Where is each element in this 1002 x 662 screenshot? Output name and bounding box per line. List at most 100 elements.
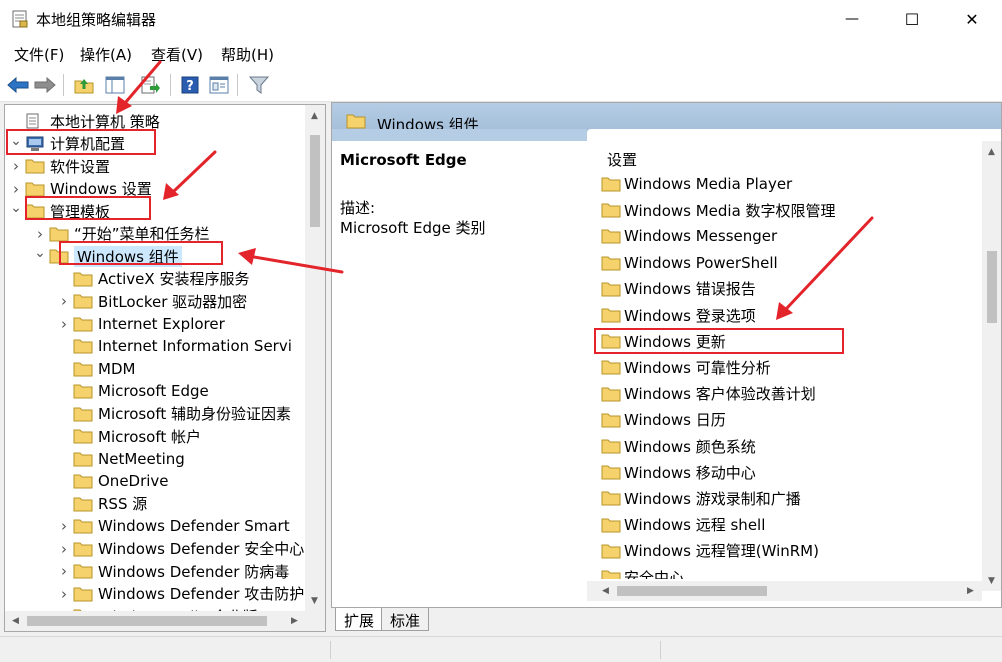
tree-item[interactable]: › Windows Defender 防病毒 (57, 560, 289, 582)
tree-item[interactable]: NetMeeting (57, 448, 185, 470)
tree-item-label: Windows Defender 防病毒 (98, 562, 290, 581)
chevron-right-icon[interactable]: › (57, 583, 71, 605)
tree-item[interactable]: › Windows Defender Smart (57, 515, 290, 537)
chevron-right-icon[interactable]: › (57, 538, 71, 560)
forward-button[interactable] (33, 73, 57, 97)
tree-item[interactable]: Microsoft 辅助身份验证因素 (57, 403, 291, 425)
tree-item[interactable]: Internet Information Servi (57, 335, 292, 357)
tree-item[interactable]: Microsoft 帐户 (57, 425, 201, 447)
settings-vertical-scrollbar[interactable]: ▲ ▼ (982, 141, 1001, 591)
folder-icon (73, 294, 93, 309)
help-button[interactable]: ? (178, 73, 202, 97)
scroll-down-icon[interactable]: ▼ (983, 572, 1000, 589)
settings-list-item[interactable]: Windows Media 数字权限管理 (601, 197, 836, 223)
settings-list-item[interactable]: Windows 颜色系统 (601, 433, 756, 459)
scroll-up-icon[interactable]: ▲ (306, 107, 323, 124)
settings-list-item[interactable]: Windows PowerShell (601, 250, 778, 276)
tree-item[interactable]: Microsoft Edge (57, 380, 209, 402)
settings-horizontal-scrollbar[interactable]: ◀ ▶ (587, 581, 982, 601)
tree-item[interactable]: › Internet Explorer (57, 313, 225, 335)
scroll-down-icon[interactable]: ▼ (306, 592, 323, 609)
tree-item-icon (73, 271, 93, 287)
tree-item[interactable]: › 软件设置 (9, 155, 110, 177)
chevron-right-icon[interactable]: › (57, 515, 71, 537)
chevron-down-icon[interactable]: ⌄ (33, 242, 47, 264)
settings-list-item[interactable]: Windows 登录选项 (601, 302, 756, 328)
settings-list-item[interactable]: Windows 远程 shell (601, 512, 765, 538)
settings-list-item[interactable]: Windows 游戏录制和广播 (601, 485, 801, 511)
settings-list-item[interactable]: Windows Messenger (601, 223, 777, 249)
tree-vertical-scrollbar[interactable]: ▲ ▼ (305, 105, 325, 611)
settings-list-item[interactable]: Windows 可靠性分析 (601, 354, 771, 380)
folder-icon (601, 518, 621, 533)
scroll-left-icon[interactable]: ◀ (597, 582, 614, 599)
up-button[interactable] (72, 73, 96, 97)
properties-button[interactable] (207, 73, 231, 97)
filter-button[interactable] (247, 73, 271, 97)
settings-item-icon (601, 176, 621, 192)
settings-list-item[interactable]: Windows 移动中心 (601, 459, 756, 485)
tree-item[interactable]: › Windows Defender 安全中心 (57, 538, 304, 560)
details-pane: Windows 组件 Microsoft Edge 描述: Microsoft … (331, 102, 1002, 608)
settings-list-item[interactable]: Windows 错误报告 (601, 276, 756, 302)
tree-item-icon (25, 181, 45, 197)
tree-item[interactable]: RSS 源 (57, 493, 147, 515)
tree-item[interactable]: OneDrive (57, 470, 169, 492)
chevron-right-icon[interactable]: › (57, 560, 71, 582)
settings-item-label: Windows PowerShell (624, 253, 778, 272)
menu-help[interactable]: 帮助(H) (221, 44, 274, 65)
tree-item[interactable]: MDM (57, 358, 135, 380)
settings-item-icon (601, 569, 621, 579)
tree-item[interactable]: › BitLocker 驱动器加密 (57, 290, 247, 312)
tree-item-icon (73, 473, 93, 489)
settings-vertical-scroll-thumb[interactable] (987, 251, 997, 323)
chevron-right-icon[interactable]: › (9, 155, 23, 177)
folder-icon (73, 317, 93, 331)
close-button[interactable]: ✕ (942, 0, 1002, 38)
tree-item-icon (73, 406, 93, 422)
maximize-button[interactable]: ☐ (882, 0, 942, 38)
tree-item[interactable]: ActiveX 安装程序服务 (57, 268, 249, 290)
tree-item-icon (49, 226, 69, 242)
tree-item[interactable]: › Windows Defender 攻击防护 (57, 583, 304, 605)
tree-item-label: Windows Defender 攻击防护 (98, 585, 305, 603)
status-bar (0, 636, 1002, 662)
folder-icon (601, 203, 621, 218)
menu-file[interactable]: 文件(F) (14, 44, 64, 65)
tree-item-label: OneDrive (98, 472, 169, 490)
tab-extended[interactable]: 扩展 (335, 608, 384, 631)
chevron-down-icon[interactable]: ⌄ (9, 197, 23, 219)
tree-vertical-scroll-thumb[interactable] (310, 135, 320, 227)
export-list-button[interactable] (138, 73, 162, 97)
scroll-up-icon[interactable]: ▲ (983, 143, 1000, 160)
tree-item-icon (73, 541, 93, 557)
menu-view[interactable]: 查看(V) (151, 44, 203, 65)
scroll-right-icon[interactable]: ▶ (286, 612, 303, 629)
settings-list-item[interactable]: Windows 客户体验改善计划 (601, 381, 816, 407)
tree-horizontal-scroll-thumb[interactable] (27, 616, 267, 626)
scroll-left-icon[interactable]: ◀ (7, 612, 24, 629)
settings-list-item[interactable]: 安全中心 (601, 564, 684, 579)
tab-standard[interactable]: 标准 (381, 608, 430, 631)
minimize-button[interactable]: — (822, 0, 882, 38)
chevron-right-icon[interactable]: › (57, 290, 71, 312)
settings-list-item[interactable]: Windows 日历 (601, 407, 726, 433)
menu-action[interactable]: 操作(A) (80, 44, 132, 65)
annotation-box-windows-components (59, 241, 223, 265)
back-button[interactable] (6, 73, 30, 97)
folder-icon (601, 413, 621, 428)
settings-column-header[interactable]: 设置 (607, 149, 637, 170)
tree-horizontal-scrollbar[interactable]: ◀ ▶ (5, 611, 305, 631)
settings-horizontal-scroll-thumb[interactable] (617, 586, 767, 596)
scroll-right-icon[interactable]: ▶ (962, 582, 979, 599)
settings-list-item[interactable]: Windows 远程管理(WinRM) (601, 538, 819, 564)
settings-item-icon (601, 202, 621, 218)
settings-list-item[interactable]: Windows Media Player (601, 171, 792, 197)
show-hide-tree-button[interactable] (103, 73, 127, 97)
folder-icon (73, 519, 93, 534)
chevron-right-icon[interactable]: › (57, 313, 71, 335)
